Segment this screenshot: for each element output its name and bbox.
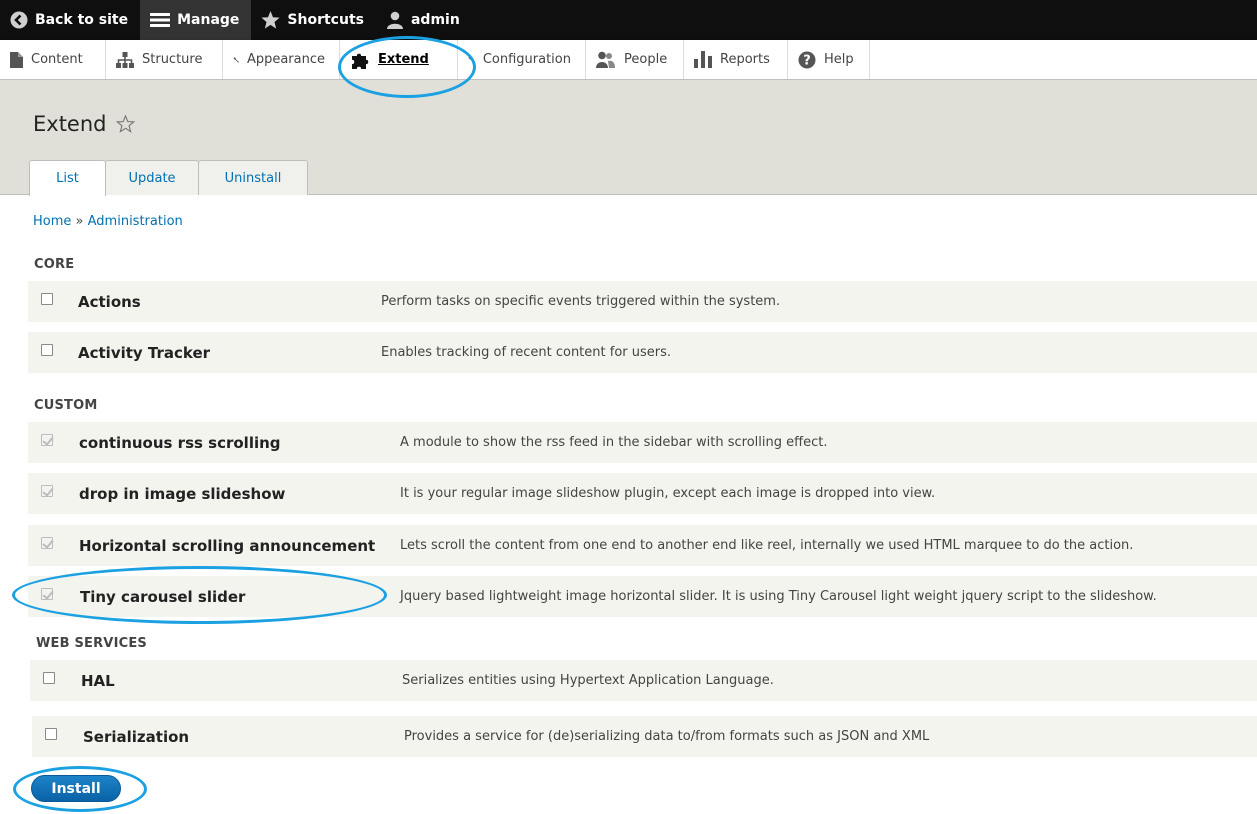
install-button[interactable]: Install bbox=[31, 775, 121, 802]
hamburger-icon bbox=[150, 13, 171, 27]
section-web-services-label: WEB SERVICES bbox=[36, 636, 147, 651]
module-row-continuous-rss-scrolling: continuous rss scrolling A module to sho… bbox=[28, 422, 1257, 463]
tray-item-people[interactable]: People bbox=[586, 40, 684, 79]
module-description: Enables tracking of recent content for u… bbox=[381, 345, 672, 360]
svg-text:?: ? bbox=[803, 53, 811, 68]
module-checkbox-continuous-rss-scrolling[interactable] bbox=[41, 434, 53, 446]
breadcrumb: Home » Administration bbox=[33, 214, 183, 229]
tray-label-help: Help bbox=[824, 52, 854, 67]
tray-item-extend[interactable]: Extend bbox=[340, 40, 458, 79]
bar-chart-icon bbox=[694, 51, 712, 68]
primary-tabs: List Update Uninstall bbox=[29, 160, 308, 196]
breadcrumb-administration[interactable]: Administration bbox=[88, 214, 183, 229]
module-row-tiny-carousel-slider: Tiny carousel slider Jquery based lightw… bbox=[28, 576, 1257, 617]
module-name: Horizontal scrolling announcement bbox=[79, 537, 376, 555]
module-name: drop in image slideshow bbox=[79, 485, 286, 503]
module-description: Lets scroll the content from one end to … bbox=[400, 538, 1134, 553]
tray-label-configuration: Configuration bbox=[482, 52, 571, 67]
module-name: Activity Tracker bbox=[78, 344, 211, 362]
module-name: Serialization bbox=[83, 728, 190, 746]
module-description: A module to show the rss feed in the sid… bbox=[400, 435, 828, 450]
tray-item-configuration[interactable]: Configuration bbox=[458, 40, 586, 79]
user-menu[interactable]: admin bbox=[376, 0, 472, 40]
tray-label-appearance: Appearance bbox=[246, 52, 325, 67]
module-checkbox-tiny-carousel-slider[interactable] bbox=[41, 588, 53, 600]
brush-icon bbox=[233, 56, 239, 63]
module-name: continuous rss scrolling bbox=[79, 434, 281, 452]
shortcut-star-icon[interactable] bbox=[115, 115, 135, 133]
tray-item-content[interactable]: Content bbox=[0, 40, 106, 79]
module-checkbox-horizontal-scrolling-announcement[interactable] bbox=[41, 537, 53, 549]
admin-tray: Content Structure Appearance Extend Conf… bbox=[0, 40, 1257, 80]
module-row-horizontal-scrolling-announcement: Horizontal scrolling announcement Lets s… bbox=[28, 525, 1257, 566]
section-custom-label: CUSTOM bbox=[34, 398, 98, 413]
module-checkbox-serialization[interactable] bbox=[45, 728, 57, 740]
breadcrumb-separator: » bbox=[75, 214, 84, 229]
help-icon: ? bbox=[798, 51, 816, 68]
module-description: Perform tasks on specific events trigger… bbox=[381, 294, 781, 309]
tab-update[interactable]: Update bbox=[105, 160, 199, 195]
page-title-text: Extend bbox=[33, 112, 107, 136]
tray-item-appearance[interactable]: Appearance bbox=[223, 40, 340, 79]
sitemap-icon bbox=[116, 51, 134, 68]
module-row-hal: HAL Serializes entities using Hypertext … bbox=[30, 660, 1257, 701]
admin-toolbar: Back to site Manage Shortcuts admin bbox=[0, 0, 1257, 40]
module-description: Jquery based lightweight image horizonta… bbox=[400, 589, 1157, 604]
shortcuts-toggle[interactable]: Shortcuts bbox=[251, 0, 376, 40]
section-core-label: CORE bbox=[34, 257, 75, 272]
module-name: Actions bbox=[78, 293, 141, 311]
module-description: Serializes entities using Hypertext Appl… bbox=[402, 673, 774, 688]
manage-label: Manage bbox=[177, 12, 240, 28]
puzzle-icon bbox=[352, 53, 369, 69]
module-checkbox-hal[interactable] bbox=[43, 672, 55, 684]
module-row-activity-tracker: Activity Tracker Enables tracking of rec… bbox=[28, 332, 1257, 373]
tray-item-help[interactable]: ? Help bbox=[788, 40, 870, 79]
tray-label-extend: Extend bbox=[378, 52, 429, 67]
star-icon bbox=[261, 11, 281, 29]
page-title: Extend bbox=[33, 112, 135, 136]
page-header: Extend List Update Uninstall bbox=[0, 80, 1257, 196]
module-row-serialization: Serialization Provides a service for (de… bbox=[32, 716, 1257, 757]
tray-label-people: People bbox=[624, 52, 668, 67]
tab-uninstall[interactable]: Uninstall bbox=[198, 160, 308, 195]
user-icon bbox=[386, 11, 403, 29]
wrench-icon bbox=[468, 56, 475, 63]
module-description: Provides a service for (de)serializing d… bbox=[404, 729, 930, 744]
people-icon bbox=[596, 51, 615, 68]
tab-list[interactable]: List bbox=[29, 160, 106, 196]
module-row-drop-in-image-slideshow: drop in image slideshow It is your regul… bbox=[28, 473, 1257, 514]
module-name: HAL bbox=[81, 672, 115, 690]
shortcuts-label: Shortcuts bbox=[287, 12, 364, 28]
tray-label-content: Content bbox=[31, 52, 83, 67]
module-description: It is your regular image slideshow plugi… bbox=[400, 486, 936, 501]
manage-toggle[interactable]: Manage bbox=[140, 0, 252, 40]
file-icon bbox=[10, 51, 23, 68]
tray-item-reports[interactable]: Reports bbox=[684, 40, 788, 79]
module-checkbox-actions[interactable] bbox=[41, 293, 53, 305]
breadcrumb-home[interactable]: Home bbox=[33, 214, 71, 229]
module-name: Tiny carousel slider bbox=[80, 588, 246, 606]
back-arrow-icon bbox=[10, 11, 28, 29]
user-label: admin bbox=[410, 12, 460, 28]
tray-label-reports: Reports bbox=[720, 52, 770, 67]
module-row-actions: Actions Perform tasks on specific events… bbox=[28, 281, 1257, 322]
module-checkbox-drop-in-image-slideshow[interactable] bbox=[41, 485, 53, 497]
back-to-site-link[interactable]: Back to site bbox=[0, 0, 140, 40]
tray-label-structure: Structure bbox=[142, 52, 203, 67]
module-checkbox-activity-tracker[interactable] bbox=[41, 344, 53, 356]
back-to-site-label: Back to site bbox=[35, 12, 129, 28]
tray-item-structure[interactable]: Structure bbox=[106, 40, 223, 79]
